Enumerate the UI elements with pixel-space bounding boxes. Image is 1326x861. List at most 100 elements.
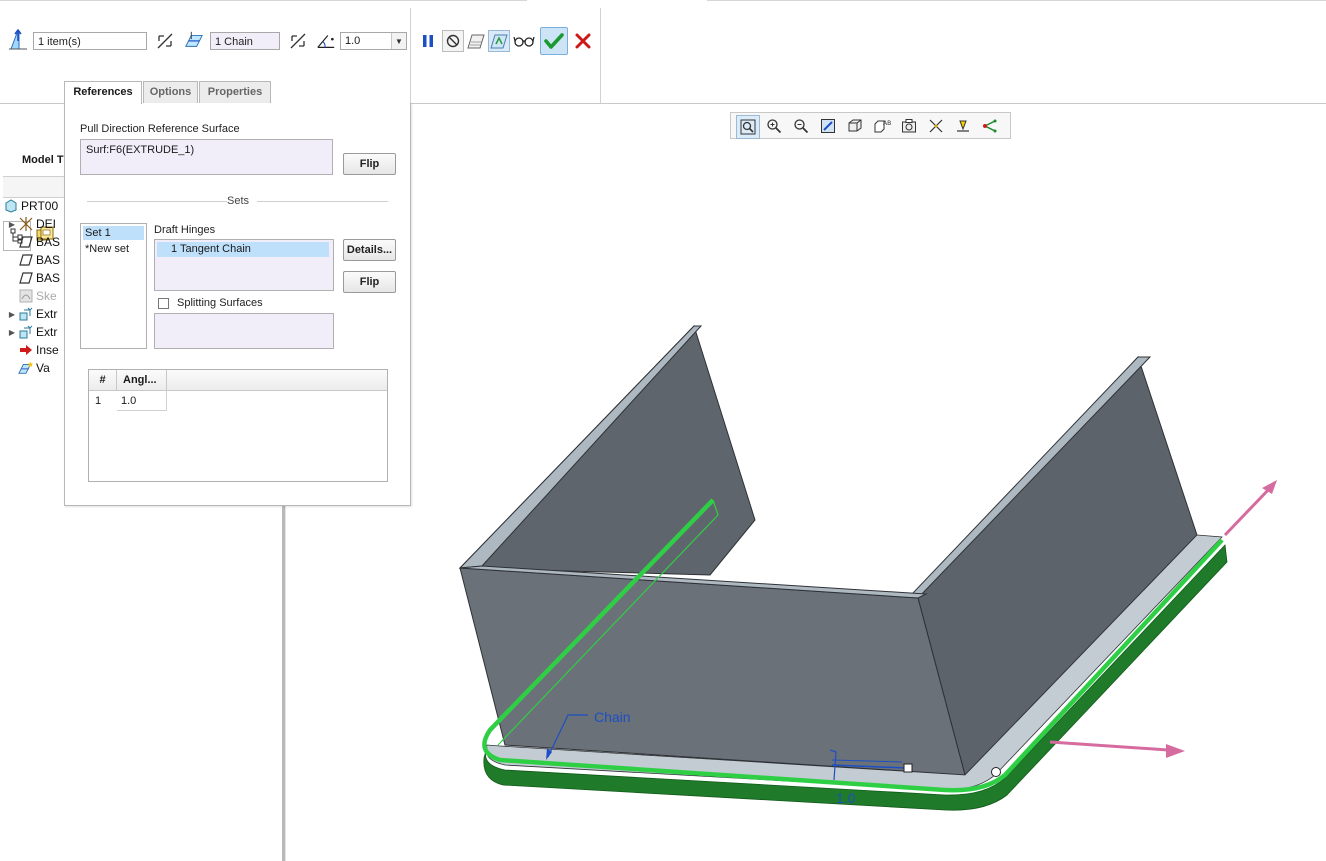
draft-angle-combo[interactable]: 1.0 ▼ <box>340 32 407 50</box>
pull-direction-collector[interactable]: Surf:F6(EXTRUDE_1) <box>80 139 333 175</box>
tree-item-label: Va <box>36 361 50 375</box>
saved-views-icon[interactable]: AB <box>871 115 893 137</box>
graphics-view-toolbar: AB <box>730 112 1011 139</box>
tab-options[interactable]: Options <box>143 81 198 103</box>
model-tree-header: Model T <box>22 154 64 166</box>
draft-surfaces-icon[interactable] <box>8 29 28 50</box>
sets-divider-left <box>87 201 227 202</box>
no-preview-button[interactable] <box>442 30 464 52</box>
tree-item-label: PRT00 <box>21 199 59 213</box>
datum-plane-icon <box>18 234 34 250</box>
ok-button[interactable] <box>540 27 568 55</box>
tab-properties[interactable]: Properties <box>199 81 271 103</box>
zoom-out-icon[interactable] <box>790 115 812 137</box>
flip-pull-direction-button[interactable]: Flip <box>343 153 396 175</box>
sketch-icon <box>18 288 34 304</box>
sets-divider-right <box>257 201 388 202</box>
tree-item-label: Ske <box>36 289 57 303</box>
tree-item-plane[interactable]: BAS <box>6 251 60 269</box>
tree-item-plane[interactable]: BAS <box>6 269 60 287</box>
set-item[interactable]: Set 1 <box>83 226 144 240</box>
chain-end-handle[interactable] <box>991 767 1001 777</box>
cancel-button[interactable] <box>572 30 594 52</box>
datum-plane-icon <box>18 252 34 268</box>
graphics-area[interactable]: Chain 1.0 <box>286 140 1326 861</box>
insert-arrow-icon <box>18 342 34 358</box>
splitting-surfaces-checkbox[interactable] <box>158 298 169 309</box>
tree-item-plane[interactable]: BAS <box>6 233 60 251</box>
dashboard-separator <box>410 8 411 103</box>
tab-references[interactable]: References <box>64 81 142 104</box>
angle-table: # Angl... 1 1.0 <box>88 369 388 482</box>
datum-plane-icon <box>18 270 34 286</box>
tree-item-sketch[interactable]: Ske <box>6 287 57 305</box>
tree-item-draft[interactable]: Va <box>6 359 50 377</box>
tree-item-part[interactable]: PRT00 <box>3 197 58 215</box>
splitting-surfaces-label: Splitting Surfaces <box>177 297 263 309</box>
tree-item-label: BAS <box>36 271 61 285</box>
flip-icon[interactable] <box>155 31 175 51</box>
flip-hinge-button[interactable]: Flip <box>343 271 396 293</box>
datum-display-filters-icon[interactable] <box>925 115 947 137</box>
dashboard-separator <box>600 8 601 103</box>
pull-direction-arrow[interactable] <box>1223 486 1272 537</box>
back-right-wall <box>917 356 1198 776</box>
draft-surfaces-collector[interactable]: 1 item(s) <box>33 32 147 50</box>
expand-icon[interactable]: ▶ <box>6 220 18 229</box>
table-header-number: # <box>89 370 117 390</box>
extrude-icon <box>18 324 34 340</box>
front-wall <box>459 567 966 776</box>
angle-annotation[interactable]: 1.0 <box>836 790 856 806</box>
svg-text:AB: AB <box>883 120 891 127</box>
tree-item-extrude[interactable]: ▶ Extr <box>6 305 57 323</box>
draft-angle-icon <box>316 31 336 51</box>
pull-direction-label: Pull Direction Reference Surface <box>80 123 240 135</box>
references-panel: Pull Direction Reference Surface Surf:F6… <box>64 103 411 506</box>
tree-item-label: BAS <box>36 253 61 267</box>
tree-item-label: Extr <box>36 325 58 339</box>
draft-hinges-label: Draft Hinges <box>154 224 216 236</box>
verify-preview-button[interactable] <box>488 30 510 52</box>
new-set-item[interactable]: *New set <box>83 242 144 256</box>
sets-list[interactable]: Set 1 *New set <box>80 223 147 349</box>
flip-hinge-icon[interactable] <box>288 31 308 51</box>
tree-item-datum[interactable]: ▶ DEI <box>6 215 56 233</box>
table-header-angle[interactable]: Angl... <box>117 370 167 390</box>
splitting-surfaces-collector[interactable] <box>154 313 334 349</box>
tangent-chain-item[interactable]: 1 Tangent Chain <box>157 242 329 257</box>
table-cell-angle[interactable]: 1.0 <box>117 391 167 411</box>
zoom-in-icon[interactable] <box>763 115 785 137</box>
draft-hinges-collector[interactable]: 1 Chain <box>210 32 280 50</box>
sets-label: Sets <box>227 195 250 207</box>
pause-button[interactable] <box>417 30 439 52</box>
table-cell-number: 1 <box>95 395 102 407</box>
attached-preview-button[interactable] <box>465 30 487 52</box>
view-manager-icon[interactable] <box>898 115 920 137</box>
tree-item-label: BAS <box>36 235 61 249</box>
display-style-icon[interactable] <box>844 115 866 137</box>
extrude-icon <box>18 306 34 322</box>
details-button[interactable]: Details... <box>343 239 396 261</box>
spin-center-icon[interactable] <box>979 115 1001 137</box>
draft-hinges-collector-panel[interactable]: 1 Tangent Chain <box>154 239 334 291</box>
expand-icon[interactable]: ▶ <box>6 310 18 319</box>
draft-direction-arrowhead <box>1166 744 1185 758</box>
angle-drag-handle[interactable] <box>903 763 913 773</box>
expand-icon[interactable]: ▶ <box>6 328 18 337</box>
draft-angle-value: 1.0 <box>345 35 361 47</box>
datum-display-icon <box>18 216 34 232</box>
draft-direction-arrow[interactable] <box>1049 740 1169 752</box>
draft-hinges-icon[interactable] <box>184 30 204 50</box>
tree-item-label: Extr <box>36 307 58 321</box>
chevron-down-icon[interactable]: ▼ <box>391 33 406 49</box>
glasses-icon[interactable] <box>513 30 535 52</box>
repaint-icon[interactable] <box>817 115 839 137</box>
annotation-display-icon[interactable] <box>952 115 974 137</box>
tree-item-insert-here[interactable]: Inse <box>6 341 59 359</box>
part-icon <box>3 198 19 214</box>
table-row[interactable]: 1 1.0 <box>89 391 387 411</box>
refit-icon[interactable] <box>736 115 760 139</box>
tree-item-extrude[interactable]: ▶ Extr <box>6 323 57 341</box>
chain-label[interactable]: Chain <box>594 709 631 725</box>
draft-dashboard: 1 item(s) 1 Chain 1.0 ▼ References Optio… <box>0 0 1326 104</box>
